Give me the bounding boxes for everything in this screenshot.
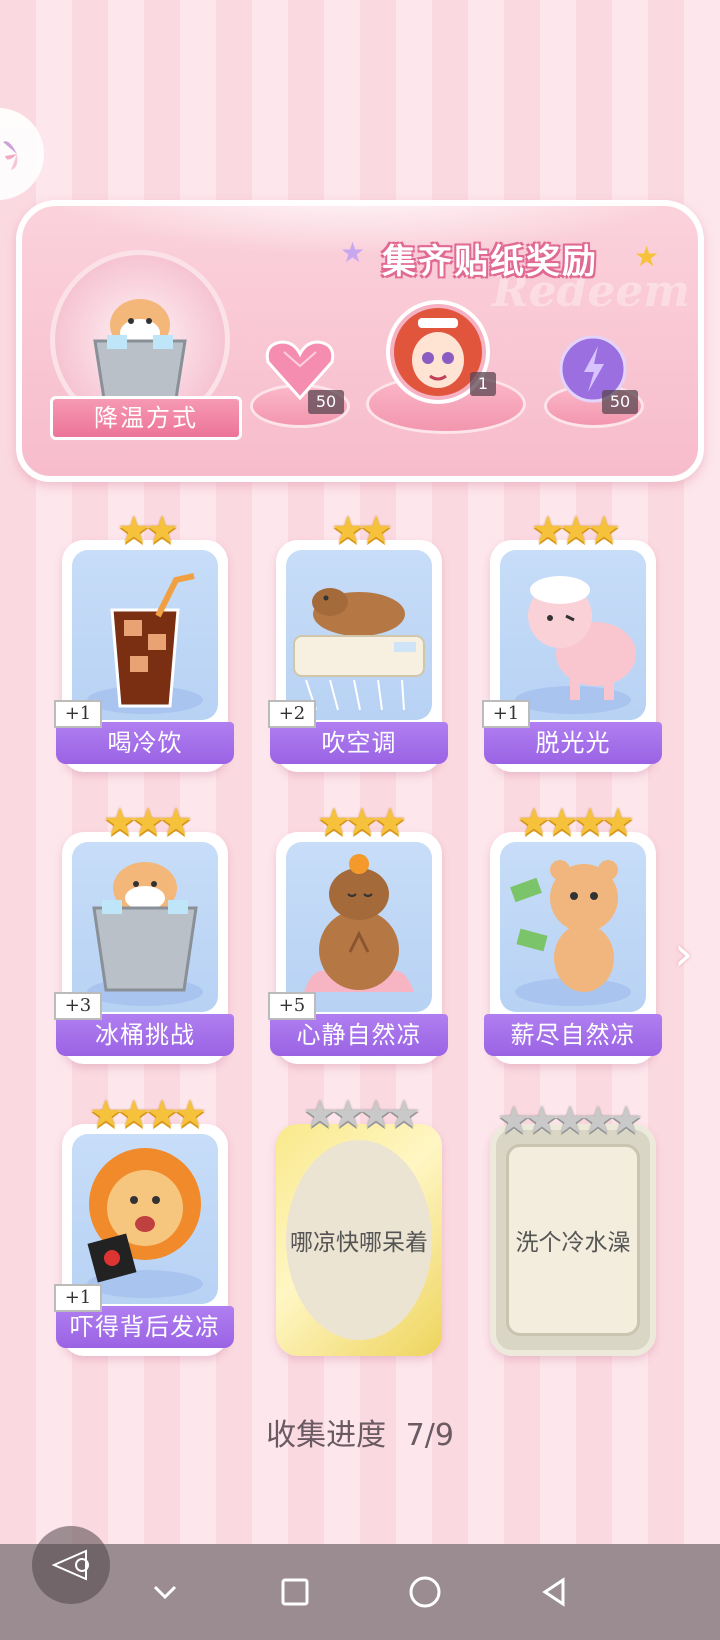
locked-sticker-card[interactable]: ★★★★ 哪凉快哪呆着 (276, 1094, 442, 1356)
sticker-card[interactable]: ★★ +2 吹空调 (268, 510, 448, 772)
star-rating: ★★ (330, 508, 393, 552)
reward-count: 1 (470, 372, 496, 396)
sticker-label: 脱光光 (484, 722, 662, 764)
locked-sticker-label: 洗个冷水澡 (506, 1144, 640, 1336)
star-rating: ★★★ (316, 800, 407, 844)
next-page-arrow-icon[interactable]: › (674, 926, 693, 982)
sticker-bonus: +3 (54, 992, 102, 1020)
sticker-label: 冰桶挑战 (56, 1014, 234, 1056)
hamster-ice-bucket-icon (87, 862, 203, 1006)
star-rating: ★★★★★ (496, 1098, 643, 1142)
iced-cola-icon (87, 573, 203, 714)
sticker-bonus: +1 (54, 700, 102, 728)
circle-icon (409, 1576, 441, 1608)
sticker-bonus: +2 (268, 700, 316, 728)
star-rating: ★★★ (102, 800, 193, 844)
reward-banner: Redeem ★ ★ 集齐贴纸奖励 降温方式 50 1 50 (16, 200, 704, 482)
progress-label: 收集进度 (266, 1418, 387, 1453)
gold-star-icon: ★ (634, 240, 660, 273)
banner-title: 集齐贴纸奖励 (382, 242, 598, 282)
sticker-card[interactable]: ★★ +1 喝冷饮 (54, 510, 234, 772)
reward-count: 50 (308, 390, 344, 414)
star-rating: ★★★★ (88, 1092, 207, 1136)
nav-back-button[interactable] (525, 1562, 585, 1622)
sticker-card[interactable]: ★★★ +5 心静自然凉 (268, 802, 448, 1064)
sticker-label: 喝冷饮 (56, 722, 234, 764)
side-menu-handle[interactable] (0, 108, 44, 200)
purple-star-icon: ★ (340, 236, 366, 269)
sticker-label: 吓得背后发凉 (56, 1306, 234, 1348)
sticker-label: 薪尽自然凉 (484, 1014, 662, 1056)
nav-home-button[interactable] (395, 1562, 455, 1622)
sticker-card[interactable]: ★★★★ +1 吓得背后发凉 (54, 1094, 234, 1356)
meditating-capybara-icon (304, 854, 414, 992)
capybara-ac-icon (293, 588, 425, 711)
nav-recents-button[interactable] (265, 1562, 325, 1622)
locked-sticker-card[interactable]: ★★★★★ 洗个冷水澡 (490, 1100, 656, 1356)
sticker-bonus: +1 (482, 700, 530, 728)
sticker-bonus: +1 (54, 1284, 102, 1312)
sticker-card[interactable]: ★★★★ 薪尽自然凉 (484, 802, 662, 1064)
pinwheel-icon (3, 141, 18, 170)
reward-count: 50 (602, 390, 638, 414)
sticker-bonus: +5 (268, 992, 316, 1020)
sticker-label: 吹空调 (270, 722, 448, 764)
collection-progress: 收集进度 7/9 (0, 1410, 720, 1454)
crying-bear-money-icon (510, 860, 631, 1006)
nav-collapse-button[interactable] (135, 1562, 195, 1622)
triangle-back-icon (542, 1577, 565, 1607)
star-rating: ★★★ (530, 508, 621, 552)
back-arrow-icon (51, 1549, 89, 1581)
sheared-sheep-icon (515, 576, 636, 714)
cooling-method-label: 降温方式 (50, 396, 242, 440)
star-rating: ★★★★ (516, 800, 635, 844)
sticker-card[interactable]: ★★★ +1 脱光光 (482, 510, 662, 772)
chevron-down-icon (153, 1585, 177, 1600)
star-rating: ★★ (116, 508, 179, 552)
sticker-card[interactable]: ★★★ +3 冰桶挑战 (54, 802, 234, 1064)
scared-lion-icon (87, 1148, 203, 1298)
floating-assist-button[interactable] (32, 1526, 110, 1604)
sticker-label: 心静自然凉 (270, 1014, 448, 1056)
locked-sticker-label: 哪凉快哪呆着 (286, 1140, 432, 1340)
square-icon (281, 1578, 309, 1606)
progress-value: 7/9 (405, 1418, 454, 1453)
star-rating: ★★★★ (302, 1092, 421, 1136)
